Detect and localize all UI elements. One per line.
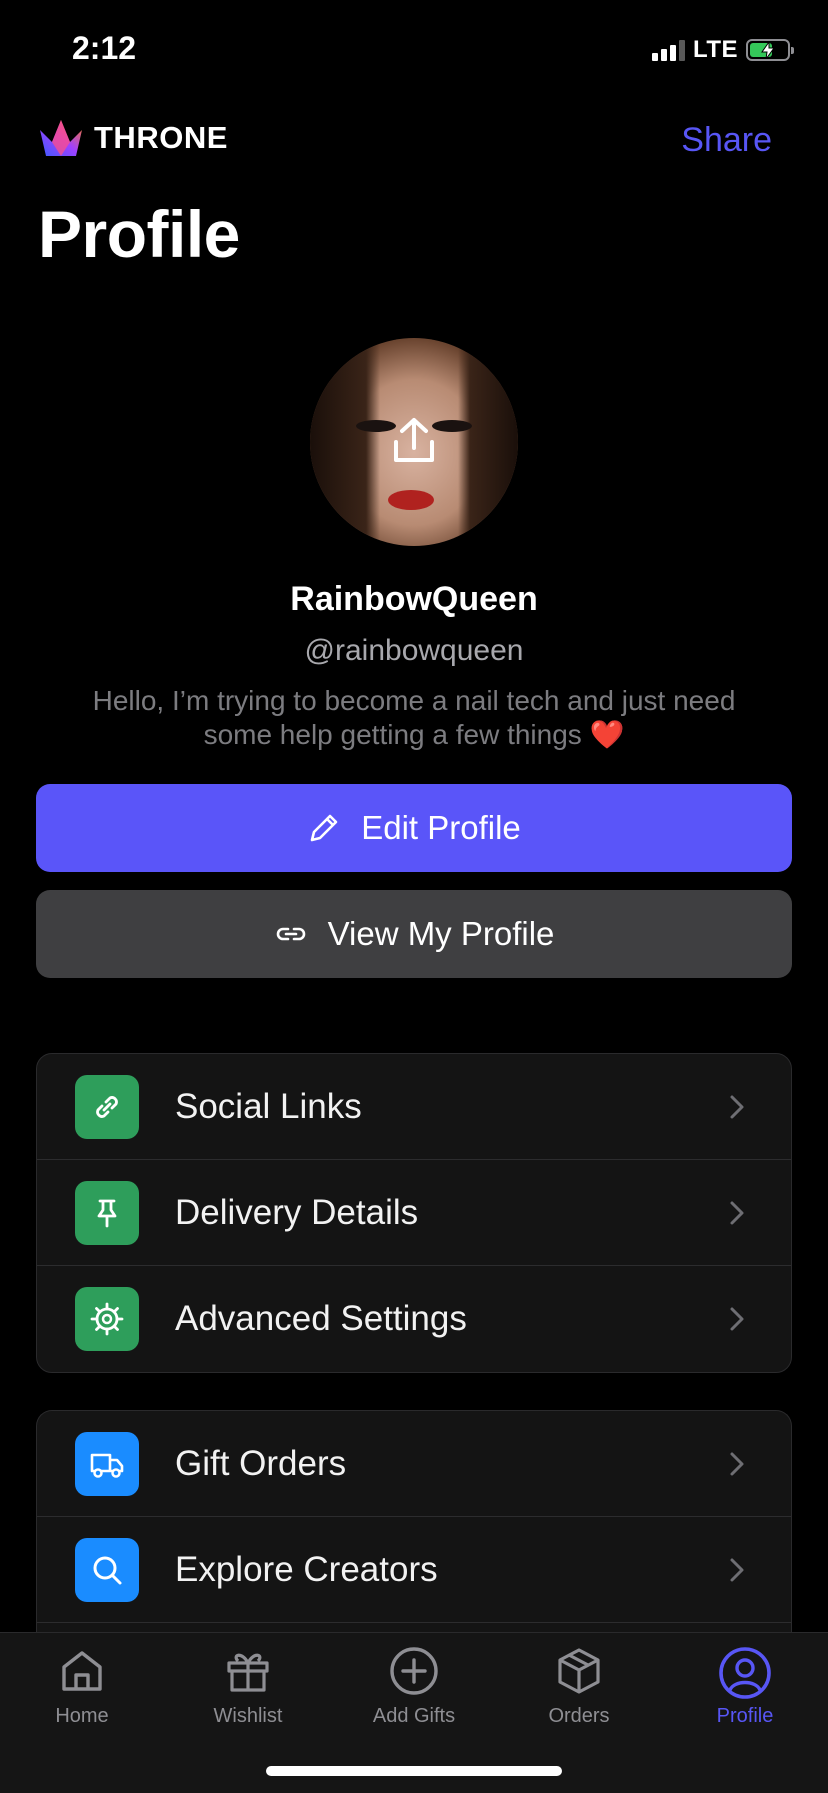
settings-list: Social Links Delivery Details Advanced S… xyxy=(36,1053,792,1373)
search-icon xyxy=(75,1537,139,1602)
row-label: Social Links xyxy=(175,1086,362,1126)
network-label: LTE xyxy=(692,36,738,63)
tab-label: Orders xyxy=(548,1705,610,1727)
username-handle: @rainbowqueen xyxy=(304,634,524,667)
explore-creators-row[interactable]: Explore Creators xyxy=(37,1517,791,1623)
row-label: Explore Creators xyxy=(175,1549,438,1589)
box-icon xyxy=(558,1648,600,1694)
chevron-right-icon xyxy=(730,1452,744,1475)
avatar-hair xyxy=(458,338,518,546)
truck-icon xyxy=(75,1431,139,1496)
edit-profile-label: Edit Profile xyxy=(361,809,521,846)
gift-orders-row[interactable]: Gift Orders xyxy=(37,1411,791,1517)
row-label: Advanced Settings xyxy=(175,1299,467,1338)
social-links-row[interactable]: Social Links xyxy=(37,1054,791,1160)
row-label: Gift Orders xyxy=(175,1443,347,1483)
home-indicator xyxy=(266,1766,562,1776)
user-circle-icon xyxy=(719,1647,771,1699)
profile-bio: Hello, I’m trying to become a nail tech … xyxy=(92,685,736,750)
chevron-right-icon xyxy=(730,1095,744,1118)
row-label: Delivery Details xyxy=(175,1192,419,1232)
home-icon xyxy=(62,1651,102,1691)
share-button[interactable]: Share xyxy=(681,121,772,160)
view-profile-button[interactable]: View My Profile xyxy=(36,890,792,978)
chevron-right-icon xyxy=(730,1201,744,1224)
avatar-hair xyxy=(310,338,380,546)
chevron-right-icon xyxy=(730,1307,744,1331)
page-title: Profile xyxy=(38,197,240,271)
pencil-icon xyxy=(310,814,338,842)
charging-bolt-icon xyxy=(761,42,775,59)
signal-icon xyxy=(651,39,685,61)
plus-circle-icon xyxy=(390,1647,438,1695)
status-time: 2:12 xyxy=(72,30,137,66)
advanced-settings-row[interactable]: Advanced Settings xyxy=(37,1266,791,1372)
tab-label: Add Gifts xyxy=(372,1705,456,1727)
edit-profile-button[interactable]: Edit Profile xyxy=(36,784,792,872)
brand-name: THRONE xyxy=(94,120,228,155)
tab-label: Profile xyxy=(716,1705,774,1727)
avatar-lips xyxy=(388,490,434,510)
tab-label: Wishlist xyxy=(213,1705,283,1727)
battery-icon xyxy=(746,39,794,61)
avatar[interactable] xyxy=(310,338,518,546)
upload-icon[interactable] xyxy=(388,416,440,466)
tab-profile[interactable]: Profile xyxy=(680,1645,810,1728)
link-icon xyxy=(276,927,305,941)
tab-label: Home xyxy=(55,1705,109,1727)
tab-orders[interactable]: Orders xyxy=(514,1645,644,1728)
crown-logo-icon xyxy=(40,120,82,156)
link-icon xyxy=(75,1074,139,1139)
tab-wishlist[interactable]: Wishlist xyxy=(183,1645,313,1728)
tab-add-gifts[interactable]: Add Gifts xyxy=(349,1645,479,1728)
gift-icon xyxy=(227,1653,269,1692)
display-name: RainbowQueen xyxy=(290,580,538,618)
chevron-right-icon xyxy=(730,1558,744,1581)
status-indicators: LTE xyxy=(651,36,794,64)
gear-icon xyxy=(75,1287,139,1351)
pin-icon xyxy=(75,1180,139,1245)
throne-logo: THRONE xyxy=(38,118,228,158)
activity-list: Gift Orders Explore Creators xyxy=(36,1410,792,1650)
view-profile-label: View My Profile xyxy=(327,915,555,952)
delivery-details-row[interactable]: Delivery Details xyxy=(37,1160,791,1266)
tab-home[interactable]: Home xyxy=(17,1645,147,1728)
